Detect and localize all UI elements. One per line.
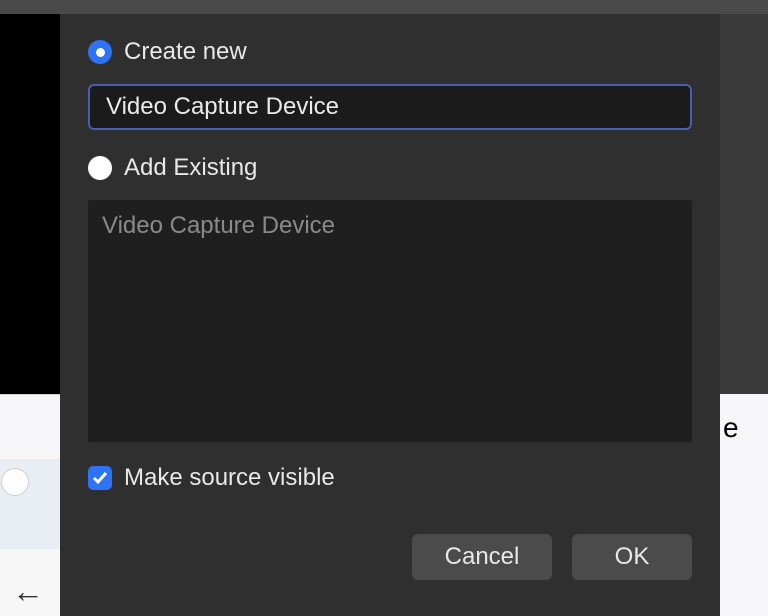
radio-unselected-icon — [88, 156, 112, 180]
apple-logo-icon — [12, 408, 40, 442]
cancel-button[interactable]: Cancel — [412, 534, 552, 580]
radio-selected-icon — [88, 40, 112, 64]
back-arrow-icon: ← — [0, 549, 60, 616]
add-existing-option[interactable]: Add Existing — [88, 150, 692, 186]
source-name-input[interactable] — [88, 84, 692, 130]
background-circle-icon — [1, 468, 29, 496]
existing-sources-list[interactable]: Video Capture Device — [88, 200, 692, 442]
make-visible-label: Make source visible — [124, 464, 335, 492]
create-new-option[interactable]: Create new — [88, 34, 692, 70]
window-titlebar-strip — [0, 0, 768, 14]
create-source-dialog: Create new Add Existing Video Capture De… — [60, 14, 720, 616]
ok-button[interactable]: OK — [572, 534, 692, 580]
checkbox-checked-icon — [88, 466, 112, 490]
background-preview-area — [0, 14, 60, 394]
background-right-text: e — [723, 412, 768, 444]
create-new-label: Create new — [124, 38, 247, 66]
list-item[interactable]: Video Capture Device — [102, 210, 678, 242]
add-existing-label: Add Existing — [124, 154, 257, 182]
make-visible-checkbox-row[interactable]: Make source visible — [88, 464, 692, 492]
dialog-button-row: Cancel OK — [88, 534, 692, 580]
